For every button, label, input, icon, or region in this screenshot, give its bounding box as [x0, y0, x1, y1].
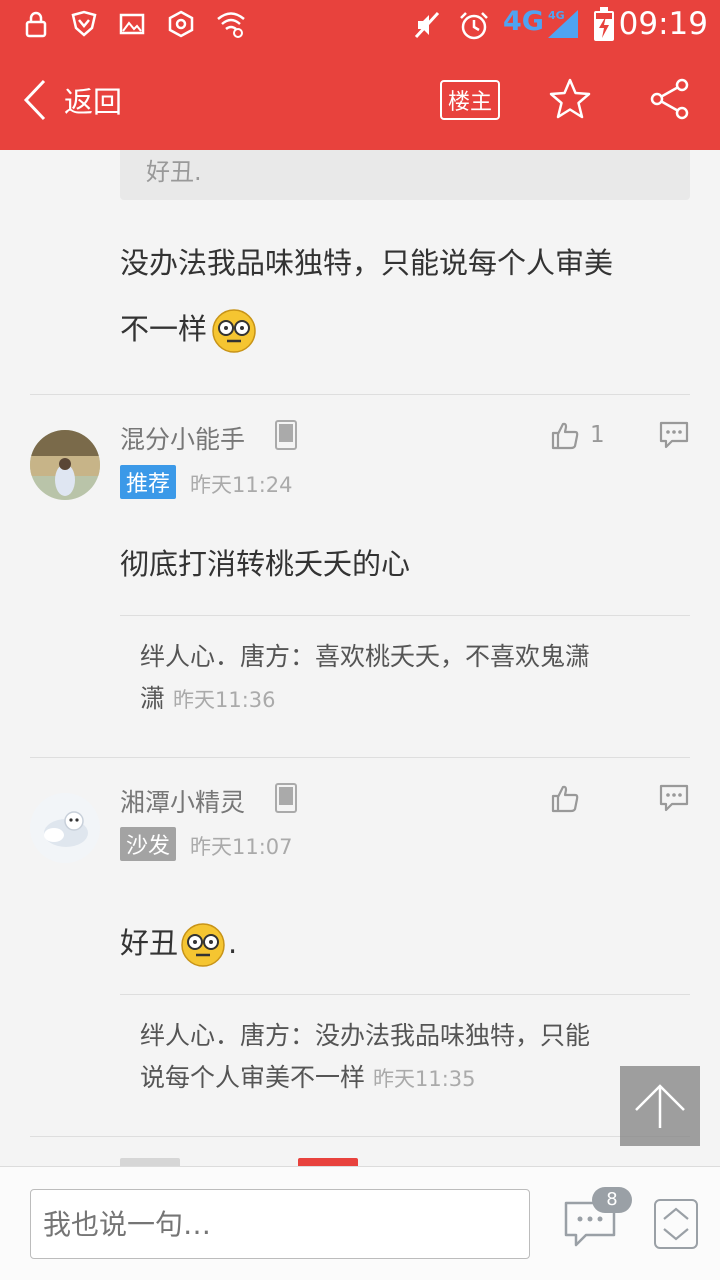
- comment-body: 没办法我品味独特，只能说每个人审美 不一样: [120, 230, 613, 362]
- divider: [120, 615, 690, 616]
- sub-reply-line: 绊人心．唐方：没办法我品味独特，只能: [140, 1021, 591, 1050]
- clock: 09:19: [618, 6, 708, 42]
- comment-body-line: 不一样: [120, 296, 613, 362]
- sub-reply-time: 昨天11:36: [173, 688, 276, 712]
- sofa-badge: 沙发: [120, 827, 177, 861]
- back-button[interactable]: 返回: [22, 76, 122, 124]
- up-down-chevron-icon: [663, 1207, 689, 1241]
- comment-body-text: 好丑: [120, 926, 179, 960]
- mute-icon: [414, 11, 440, 39]
- like-count: 1: [590, 422, 605, 448]
- post-time: 昨天11:07: [190, 835, 293, 859]
- wifi-icon: [217, 12, 245, 38]
- post-time: 昨天11:24: [190, 473, 293, 497]
- alarm-icon: [460, 12, 488, 40]
- mobile-phone-icon: [275, 783, 297, 813]
- next-item-badge-peek: [298, 1158, 358, 1166]
- thumbs-up-icon: [551, 785, 579, 813]
- sub-reply[interactable]: 绊人心．唐方：没办法我品味独特，只能 说每个人审美不一样 昨天11:35: [140, 1015, 660, 1100]
- sub-reply[interactable]: 绊人心．唐方：喜欢桃夭夭，不喜欢鬼潇 潇昨天11:36: [140, 636, 660, 721]
- avatar-image: [30, 430, 100, 500]
- divider: [120, 994, 690, 995]
- divider: [30, 394, 690, 395]
- sub-reply-time: 昨天11:35: [373, 1067, 476, 1091]
- image-icon: [119, 13, 145, 35]
- divider: [30, 1136, 690, 1137]
- comment-body-suffix: .: [228, 926, 238, 960]
- reply-comment-icon[interactable]: [658, 783, 690, 813]
- favorite-star-icon[interactable]: [548, 77, 592, 121]
- back-label: 返回: [64, 85, 123, 119]
- svg-text:4G: 4G: [548, 9, 565, 22]
- quoted-text: 好丑.: [146, 158, 202, 186]
- page-nav-button[interactable]: [654, 1199, 698, 1249]
- comment-body: 好丑.: [120, 910, 237, 976]
- username[interactable]: 湘潭小精灵: [120, 783, 245, 819]
- avatar[interactable]: [30, 793, 100, 863]
- comment-body-line: 没办法我品味独特，只能说每个人审美: [120, 246, 614, 280]
- username[interactable]: 混分小能手: [120, 420, 245, 456]
- network-label: 4G: [503, 6, 544, 37]
- divider: [30, 757, 690, 758]
- comment-input[interactable]: [30, 1189, 530, 1259]
- signal-icon: 4G: [548, 9, 578, 38]
- comment-count-badge: 8: [592, 1187, 632, 1213]
- sub-reply-line: 绊人心．唐方：喜欢桃夭夭，不喜欢鬼潇: [140, 642, 591, 671]
- top-nav-bar: 返回 楼主: [0, 50, 720, 150]
- op-only-button[interactable]: 楼主: [440, 80, 500, 120]
- lock-icon: [25, 11, 47, 38]
- shield-icon: [71, 10, 97, 37]
- quoted-reply: 好丑.: [120, 150, 690, 200]
- nerd-face-emoji-icon: [181, 923, 225, 967]
- reply-comment-icon[interactable]: [658, 420, 690, 450]
- comment-feed[interactable]: 好丑. 没办法我品味独特，只能说每个人审美 不一样 混分小能手 推荐 昨天11:…: [0, 150, 720, 1166]
- avatar-image: [30, 793, 100, 863]
- recommend-badge: 推荐: [120, 465, 177, 499]
- hexagon-icon: [168, 10, 194, 38]
- battery-icon: [594, 7, 614, 41]
- avatar[interactable]: [30, 430, 100, 500]
- bottom-action-bar: 8: [0, 1166, 720, 1280]
- sub-reply-text: 说每个人审美不一样: [140, 1063, 366, 1092]
- sub-reply-line: 潇昨天11:36: [140, 678, 660, 721]
- mobile-phone-icon: [275, 420, 297, 450]
- comment-body: 彻底打消转桃夭夭的心: [120, 547, 411, 581]
- share-icon[interactable]: [648, 77, 692, 121]
- arrow-up-icon: [635, 1084, 685, 1128]
- like-button[interactable]: 1: [550, 420, 605, 450]
- sub-reply-text: 潇: [140, 684, 166, 713]
- next-item-peek: [120, 1158, 180, 1166]
- thumbs-up-icon: [551, 422, 579, 450]
- chevron-left-icon: [23, 79, 46, 121]
- nerd-face-emoji-icon: [212, 309, 256, 353]
- like-button[interactable]: [550, 783, 580, 813]
- scroll-to-top-button[interactable]: [620, 1066, 700, 1146]
- sub-reply-line: 说每个人审美不一样 昨天11:35: [140, 1057, 660, 1100]
- comment-body-text: 不一样: [120, 312, 208, 346]
- status-bar: 4G 4G 09:19: [0, 0, 720, 50]
